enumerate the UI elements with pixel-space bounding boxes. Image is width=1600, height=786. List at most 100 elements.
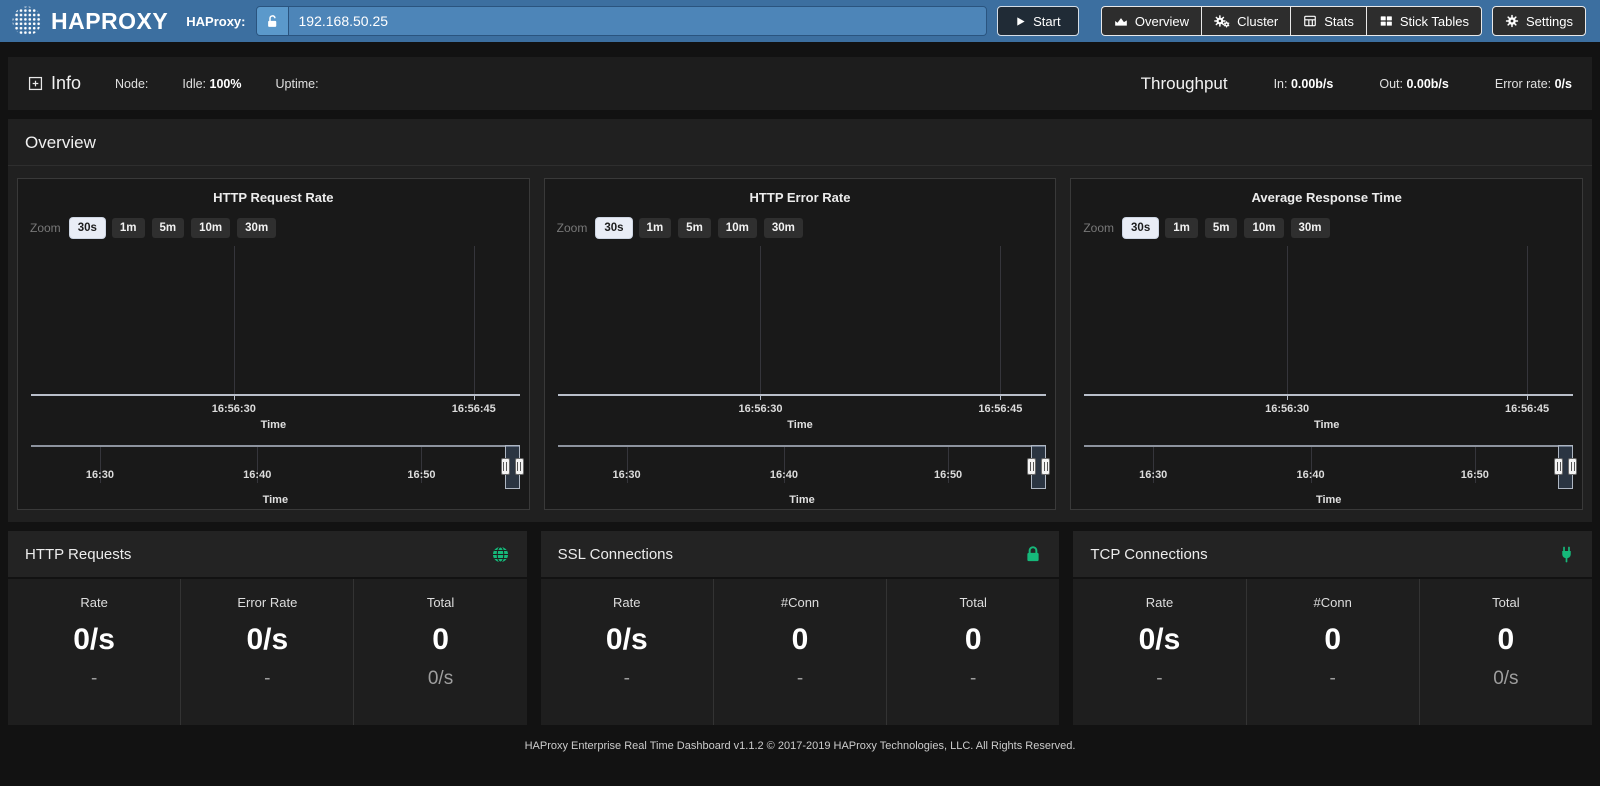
idle-stat: Idle: 100% [182,77,241,91]
navigator-selection[interactable] [1031,445,1046,489]
info-toggle[interactable]: Info [28,73,81,94]
view-switch-group: Overview [1101,6,1482,36]
chart-panel-http-request-rate: HTTP Request Rate Zoom 30s 1m 5m 10m 30m… [17,178,530,510]
grid-icon [1379,14,1393,28]
zoom-10m-button[interactable]: 10m [191,218,230,238]
overview-button[interactable]: Overview [1101,6,1201,36]
navigator-selection[interactable] [1558,445,1573,489]
haproxy-address-input[interactable] [289,7,986,35]
navigator-tick-label: 16:50 [934,469,962,481]
zoom-5m-button[interactable]: 5m [152,218,185,238]
zoom-selector: Zoom 30s 1m 5m 10m 30m [557,218,1056,238]
navigator-tick-label: 16:50 [1461,469,1489,481]
start-button-label: Start [1033,14,1060,29]
throughput-out: Out: 0.00b/s [1379,77,1449,91]
stat-total: Total 0 0/s [1419,579,1592,725]
chart-plot-area[interactable] [1084,246,1573,396]
zoom-30m-button[interactable]: 30m [237,218,276,238]
card-title: HTTP Requests [25,546,131,563]
zoom-10m-button[interactable]: 10m [718,218,757,238]
uptime-label: Uptime: [276,77,319,91]
chart-navigator[interactable]: 16:30 16:40 16:50 Time [1084,445,1573,507]
stat-rate: Rate 0/s - [1073,579,1245,725]
navigator-handle-right[interactable] [1041,458,1050,475]
area-chart-icon [1114,14,1128,28]
gridline [1000,246,1001,394]
navigator-handle-left[interactable] [501,458,510,475]
navigator-handle-left[interactable] [1027,458,1036,475]
zoom-5m-button[interactable]: 5m [1205,218,1238,238]
zoom-30s-button[interactable]: 30s [70,218,105,238]
zoom-label: Zoom [30,221,61,235]
unlock-icon [257,7,289,35]
table-icon [1303,14,1317,28]
stat-rate: Rate 0/s - [8,579,180,725]
error-rate: Error rate: 0/s [1495,77,1572,91]
card-body: Rate 0/s - Error Rate 0/s - Total 0 0/s [8,579,527,725]
navigator-tick-label: 16:30 [612,469,640,481]
x-axis-labels: 16:56:30 16:56:45 [31,403,520,416]
zoom-selector: Zoom 30s 1m 5m 10m 30m [1083,218,1582,238]
gridline [1527,246,1528,394]
chart-plot-area[interactable] [31,246,520,396]
navigator-tick-label: 16:40 [770,469,798,481]
chart-navigator[interactable]: 16:30 16:40 16:50 Time [558,445,1047,507]
zoom-10m-button[interactable]: 10m [1244,218,1283,238]
chart-navigator[interactable]: 16:30 16:40 16:50 Time [31,445,520,507]
info-title: Info [51,73,81,94]
gridline [234,246,235,394]
cluster-button[interactable]: Cluster [1201,6,1290,36]
chart-title: HTTP Request Rate [18,190,529,205]
stat-total: Total 0 - [886,579,1059,725]
zoom-30m-button[interactable]: 30m [1291,218,1330,238]
brand-name: HAPROXY [51,8,168,35]
globe-icon [491,545,510,564]
gridline [760,246,761,394]
zoom-30m-button[interactable]: 30m [764,218,803,238]
haproxy-logo-icon [10,4,44,38]
throughput-title: Throughput [1141,74,1228,94]
navigator-axis-title: Time [31,494,520,506]
stat-cards-row: HTTP Requests Rate 0/s - Error Rate 0/ [8,531,1592,725]
zoom-1m-button[interactable]: 1m [639,218,672,238]
navigator-handle-right[interactable] [515,458,524,475]
axis-tickmark [1287,396,1288,400]
in-value: 0.00b/s [1291,77,1333,91]
zoom-30s-button[interactable]: 30s [1123,218,1158,238]
x-tick-label: 16:56:45 [1505,403,1549,415]
haproxy-brand: HAPROXY [10,4,168,38]
stat-total: Total 0 0/s [353,579,526,725]
axis-tickmark [1000,396,1001,400]
stick-tables-button[interactable]: Stick Tables [1366,6,1482,36]
ssl-connections-card: SSL Connections Rate 0/s - #Conn 0 - Tot… [541,531,1060,725]
navigator-tick-label: 16:30 [86,469,114,481]
stats-button[interactable]: Stats [1290,6,1366,36]
gear-icon [1505,14,1519,28]
charts-row: HTTP Request Rate Zoom 30s 1m 5m 10m 30m… [8,166,1592,510]
chart-plot-area[interactable] [558,246,1047,396]
navigator-handle-left[interactable] [1554,458,1563,475]
gridline [1287,246,1288,394]
axis-tickmark [760,396,761,400]
haproxy-label: HAProxy: [186,14,245,29]
overview-button-label: Overview [1135,14,1189,29]
settings-button[interactable]: Settings [1492,6,1586,36]
chart-title: HTTP Error Rate [545,190,1056,205]
cluster-button-label: Cluster [1237,14,1278,29]
x-tick-label: 16:56:30 [212,403,256,415]
navigator-tick-label: 16:50 [407,469,435,481]
card-body: Rate 0/s - #Conn 0 - Total 0 - [541,579,1060,725]
play-icon [1015,16,1026,27]
x-tick-label: 16:56:45 [978,403,1022,415]
gridline [474,246,475,394]
zoom-1m-button[interactable]: 1m [112,218,145,238]
zoom-30s-button[interactable]: 30s [596,218,631,238]
navigator-handle-right[interactable] [1568,458,1577,475]
card-header: SSL Connections [541,531,1060,579]
zoom-1m-button[interactable]: 1m [1165,218,1198,238]
navigator-tick-label: 16:40 [243,469,271,481]
zoom-5m-button[interactable]: 5m [678,218,711,238]
navigator-selection[interactable] [505,445,520,489]
settings-button-label: Settings [1526,14,1573,29]
start-button[interactable]: Start [997,6,1079,36]
